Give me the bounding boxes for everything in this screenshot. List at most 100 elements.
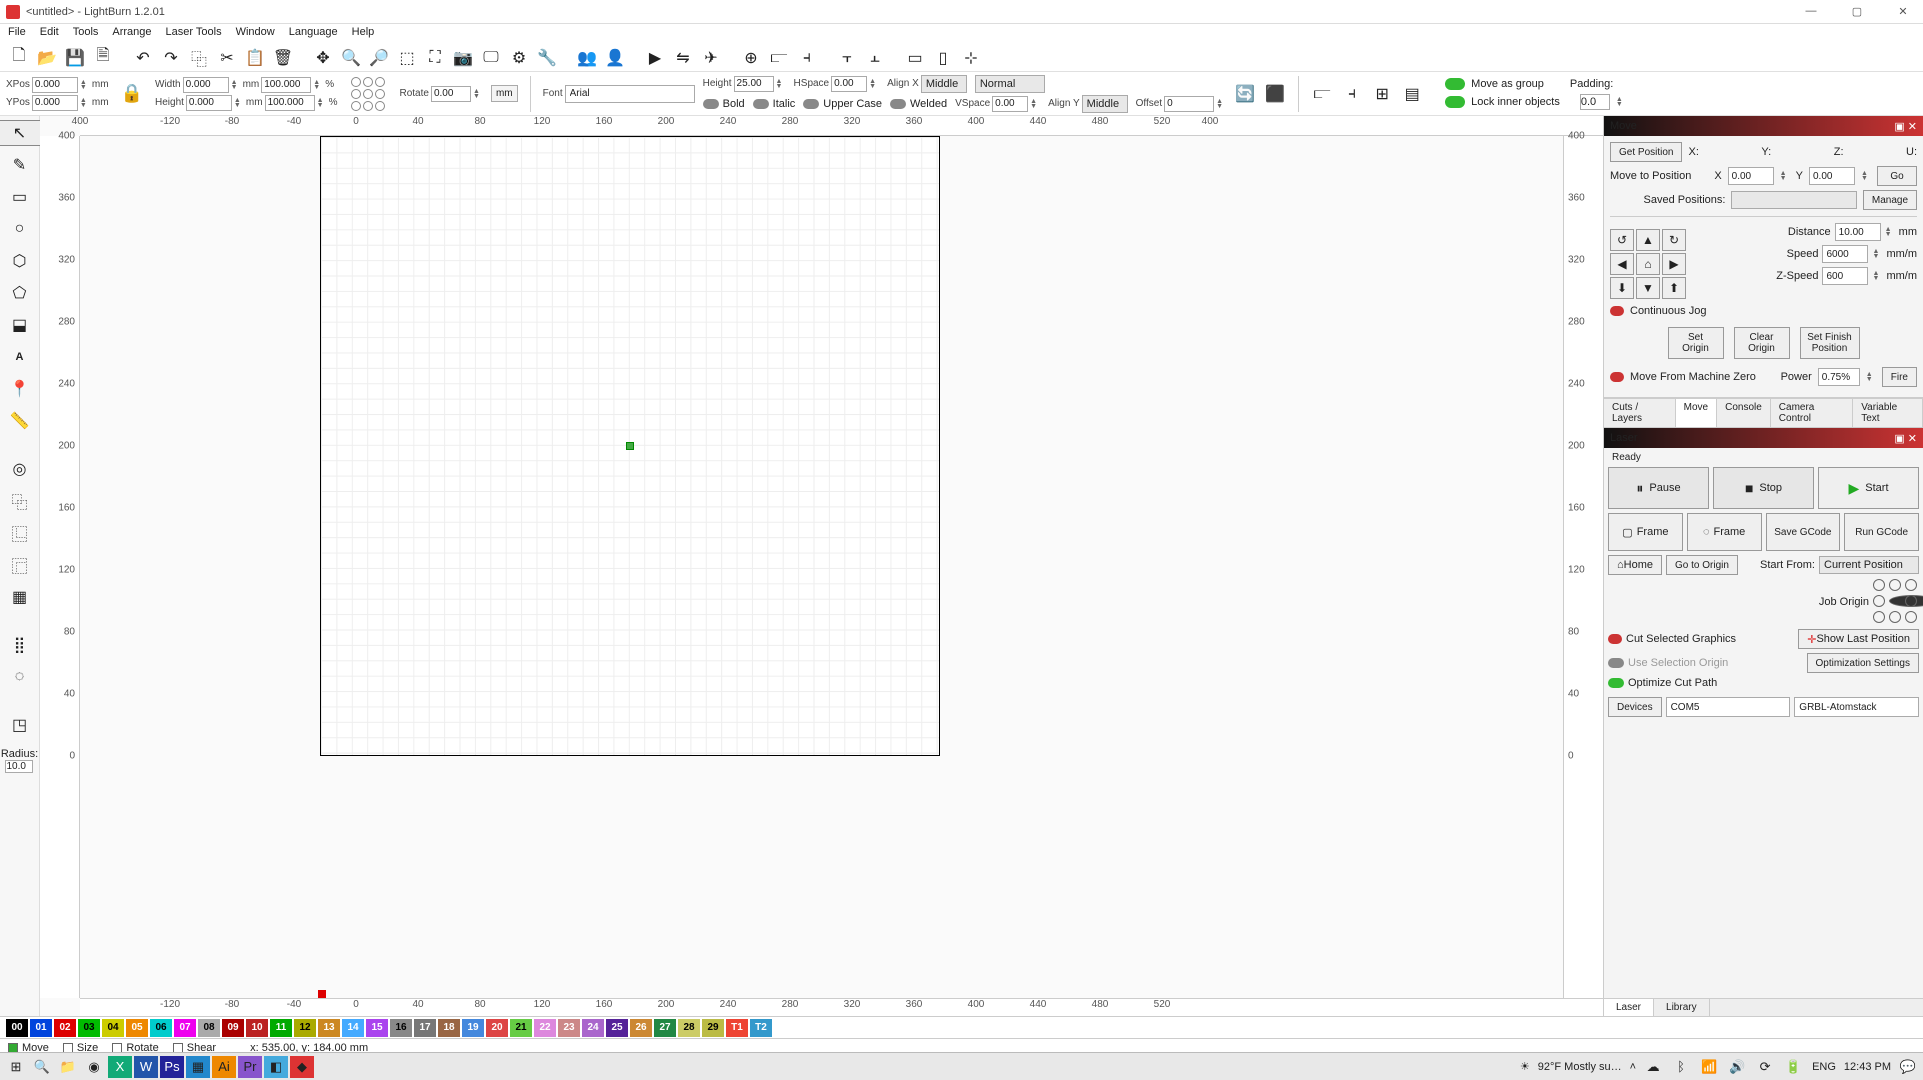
group-icon[interactable]: 👥 [576,47,598,69]
align-center-icon[interactable]: ⊕ [740,47,762,69]
array-tool[interactable]: ▦ [7,584,33,610]
palette-swatch[interactable]: 21 [510,1019,532,1037]
tab-camera[interactable]: Camera Control [1771,399,1853,427]
welded-toggle[interactable] [890,99,906,109]
palette-swatch[interactable]: 11 [270,1019,292,1037]
menu-tools[interactable]: Tools [73,26,99,42]
bezier-tool[interactable]: ⬓ [7,312,33,338]
ungroup-icon[interactable]: 👤 [604,47,626,69]
wifi-icon[interactable]: 📶 [1700,1056,1718,1078]
mirror-v-icon[interactable]: ✈ [700,47,722,69]
jog-home-button[interactable]: ⌂ [1636,253,1660,275]
show-last-button[interactable]: ✛ Show Last Position [1798,629,1919,649]
tab-variable-text[interactable]: Variable Text [1853,399,1923,427]
rotate-input[interactable] [431,86,471,102]
palette-swatch[interactable]: 04 [102,1019,124,1037]
start-button[interactable]: ⊞ [4,1056,28,1078]
distribute-v-icon[interactable]: ⫠ [864,47,886,69]
redo-icon[interactable]: ↷ [160,47,182,69]
line-tool[interactable]: ✎ [7,152,33,178]
circular-array-tool[interactable]: ◌ [7,664,33,690]
onedrive-icon[interactable]: ☁ [1644,1056,1662,1078]
open-icon[interactable]: 📂 [36,47,58,69]
run-gcode-button[interactable]: Run GCode [1844,513,1919,551]
weather-icon[interactable]: ☀ [1520,1060,1530,1073]
palette-swatch[interactable]: 00 [6,1019,28,1037]
menu-arrange[interactable]: Arrange [112,26,151,42]
jog-zdown-button[interactable]: ⬇ [1610,277,1634,299]
palette-swatch[interactable]: 01 [30,1019,52,1037]
units-button[interactable]: mm [491,85,518,102]
start-button[interactable]: ▶Start [1818,467,1919,509]
menu-laser-tools[interactable]: Laser Tools [166,26,222,42]
get-position-button[interactable]: Get Position [1610,142,1682,162]
select-tool[interactable]: ↖ [0,120,43,146]
excel-icon[interactable]: X [108,1056,132,1078]
offset-input[interactable] [1164,96,1214,112]
save-gcode-button[interactable]: Save GCode [1766,513,1841,551]
sync-icon[interactable]: ⟳ [1756,1056,1774,1078]
lock-icon[interactable]: 🔒 [121,83,143,104]
align-object-icon[interactable]: ⬛ [1264,83,1286,105]
app1-icon[interactable]: ▦ [186,1056,210,1078]
palette-swatch[interactable]: 24 [582,1019,604,1037]
palette-swatch[interactable]: 23 [558,1019,580,1037]
move-panel-close-icon[interactable]: ✕ [1908,121,1917,133]
edit-nodes-tool[interactable]: ⿸ [7,552,33,578]
clear-origin-button[interactable]: Clear Origin [1734,327,1790,359]
search-icon[interactable]: 🔍 [30,1056,54,1078]
aligny-select[interactable]: Middle [1082,95,1128,113]
pan-icon[interactable]: ✥ [312,47,334,69]
stop-button[interactable]: ■Stop [1713,467,1814,509]
palette-swatch[interactable]: 27 [654,1019,676,1037]
xpos-input[interactable] [32,77,78,93]
rotate-check-icon[interactable] [112,1043,122,1053]
tab-laser[interactable]: Laser [1604,999,1654,1016]
arrange-col-icon[interactable]: ⫞ [1341,83,1363,105]
align-left-icon[interactable]: ⫍ [768,47,790,69]
lock-inner-toggle[interactable] [1445,96,1465,108]
dot-mode-icon[interactable]: ⊹ [960,47,982,69]
cut-icon[interactable]: ✂ [216,47,238,69]
palette-swatch[interactable]: 08 [198,1019,220,1037]
palette-swatch[interactable]: T1 [726,1019,748,1037]
arrange-nest-icon[interactable]: ▤ [1401,83,1423,105]
zoom-selection-icon[interactable]: ⛶ [424,47,446,69]
menu-window[interactable]: Window [236,26,275,42]
set-origin-button[interactable]: Set Origin [1668,327,1724,359]
palette-swatch[interactable]: 10 [246,1019,268,1037]
device-select[interactable]: GRBL-Atomstack [1794,697,1919,717]
rect-tool[interactable]: ▭ [7,184,33,210]
palette-swatch[interactable]: 03 [78,1019,100,1037]
jog-zup-button[interactable]: ⬆ [1662,277,1686,299]
delete-icon[interactable]: 🗑 [272,47,294,69]
volume-icon[interactable]: 🔊 [1728,1056,1746,1078]
size-check-icon[interactable] [63,1043,73,1053]
palette-swatch[interactable]: 17 [414,1019,436,1037]
optimize-toggle[interactable] [1608,678,1624,688]
jog-up-button[interactable]: ▲ [1636,229,1660,251]
refresh-icon[interactable]: 🔄 [1234,83,1256,105]
gear-icon[interactable]: ⚙ [508,47,530,69]
tab-library[interactable]: Library [1654,999,1710,1016]
palette-swatch[interactable]: 20 [486,1019,508,1037]
grid-array-tool[interactable]: ⣿ [7,632,33,658]
shear-check-icon[interactable] [173,1043,183,1053]
menu-help[interactable]: Help [352,26,375,42]
opt-settings-button[interactable]: Optimization Settings [1807,653,1920,673]
palette-swatch[interactable]: 28 [678,1019,700,1037]
align-h-icon[interactable]: ⫞ [796,47,818,69]
move-x-input[interactable] [1728,167,1774,185]
same-height-icon[interactable]: ▯ [932,47,954,69]
zoom-frame-icon[interactable]: ⬚ [396,47,418,69]
jog-nw-button[interactable]: ↺ [1610,229,1634,251]
italic-toggle[interactable] [753,99,769,109]
radius-tool[interactable]: ◳ [7,712,33,738]
palette-swatch[interactable]: 09 [222,1019,244,1037]
paste-icon[interactable]: 📋 [244,47,266,69]
palette-swatch[interactable]: 22 [534,1019,556,1037]
home-button[interactable]: ⌂ Home [1608,555,1662,575]
manage-button[interactable]: Manage [1863,190,1917,210]
devices-button[interactable]: Devices [1608,697,1662,717]
jog-left-button[interactable]: ◀ [1610,253,1634,275]
